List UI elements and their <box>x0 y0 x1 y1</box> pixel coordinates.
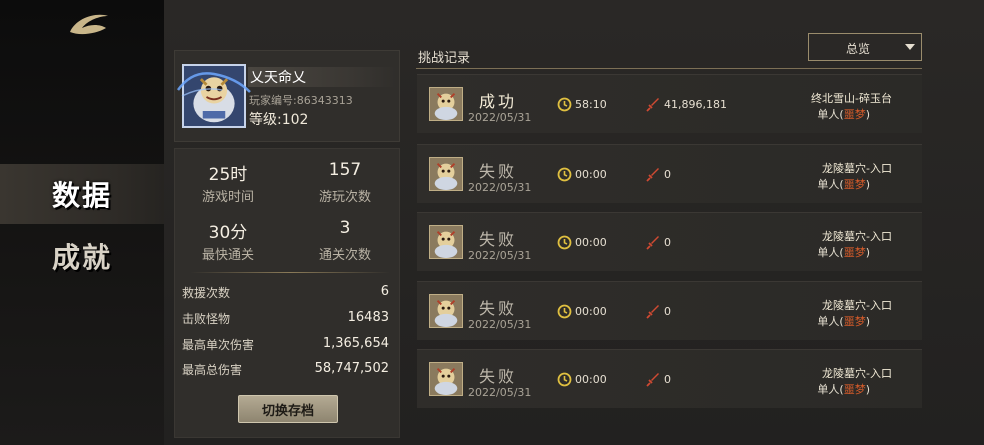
record-duration: 00:00 <box>575 168 607 181</box>
play-count-label: 游玩次数 <box>318 190 371 205</box>
max-single-damage-label: 最高单次伤害 <box>182 338 255 352</box>
damage-sword-icon <box>646 98 659 112</box>
difficulty-label: 噩梦 <box>843 246 866 259</box>
rescue-count-label: 救援次数 <box>182 286 231 300</box>
record-result: 失败 <box>478 230 517 249</box>
play-time-label: 游戏时间 <box>201 190 254 205</box>
player-id: 玩家编号:86343313 <box>249 94 353 107</box>
game-logo-icon <box>70 14 108 35</box>
max-total-damage-value: 58,747,502 <box>314 361 389 376</box>
record-row[interactable]: 失败 2022/05/31 00:00 0 龙陵墓穴-入口 单人(噩梦) <box>417 349 922 408</box>
record-row[interactable]: 失败 2022/05/31 00:00 0 龙陵墓穴-入口 单人(噩梦) <box>417 212 922 271</box>
damage-sword-icon <box>646 373 659 387</box>
monsters-defeated-value: 16483 <box>347 310 389 325</box>
play-count-value: 157 <box>328 160 362 180</box>
clock-icon <box>557 167 572 182</box>
record-location: 龙陵墓穴-入口 <box>822 299 892 312</box>
monsters-defeated-label: 击败怪物 <box>182 312 231 326</box>
difficulty-label: 噩梦 <box>843 383 866 396</box>
record-mode: 单人(噩梦) <box>817 106 870 122</box>
record-damage: 0 <box>664 236 671 249</box>
mode-label-end: ) <box>865 246 870 259</box>
record-result: 失败 <box>478 367 517 386</box>
clear-count-label: 通关次数 <box>318 248 371 263</box>
play-time-value: 25时 <box>208 165 248 185</box>
record-duration: 58:10 <box>575 98 607 111</box>
switch-save-button[interactable]: 切换存档 <box>238 395 338 423</box>
max-total-damage-label: 最高总伤害 <box>182 363 243 377</box>
fastest-clear-value: 30分 <box>208 223 248 243</box>
boss-portrait-icon <box>429 294 463 328</box>
damage-sword-icon <box>646 168 659 182</box>
player-avatar[interactable] <box>182 64 246 128</box>
difficulty-label: 噩梦 <box>843 315 866 328</box>
clock-icon <box>557 97 572 112</box>
clear-count-value: 3 <box>339 218 351 238</box>
record-location: 终北雪山-碎玉台 <box>811 92 892 105</box>
boss-portrait-icon <box>429 362 463 396</box>
mode-label: 单人( <box>817 315 844 328</box>
player-name: 乂天命乂 <box>250 70 306 86</box>
nav-tab-achievements[interactable]: 成就 <box>0 226 164 286</box>
record-location: 龙陵墓穴-入口 <box>822 230 892 243</box>
mode-label: 单人( <box>817 108 844 121</box>
record-mode: 单人(噩梦) <box>817 176 870 192</box>
boss-portrait-icon <box>429 87 463 121</box>
record-result: 成功 <box>478 92 517 111</box>
record-date: 2022/05/31 <box>468 181 532 194</box>
record-damage: 0 <box>664 373 671 386</box>
caret-down-icon <box>905 44 915 50</box>
record-mode: 单人(噩梦) <box>817 381 870 397</box>
side-nav: 数据 成就 <box>0 0 164 445</box>
record-duration: 00:00 <box>575 305 607 318</box>
record-location: 龙陵墓穴-入口 <box>822 162 892 175</box>
player-level: 等级:102 <box>249 112 309 128</box>
record-mode: 单人(噩梦) <box>817 244 870 260</box>
clock-icon <box>557 372 572 387</box>
record-duration: 00:00 <box>575 373 607 386</box>
mode-label-end: ) <box>865 315 870 328</box>
stats-divider <box>190 272 390 273</box>
record-location: 龙陵墓穴-入口 <box>822 367 892 380</box>
record-date: 2022/05/31 <box>468 318 532 331</box>
avatar-portrait-icon <box>184 66 244 126</box>
max-single-damage-value: 1,365,654 <box>322 336 389 351</box>
record-row[interactable]: 失败 2022/05/31 00:00 0 龙陵墓穴-入口 单人(噩梦) <box>417 144 922 203</box>
mode-label: 单人( <box>817 178 844 191</box>
fastest-clear-label: 最快通关 <box>201 248 254 263</box>
record-result: 失败 <box>478 162 517 181</box>
record-row[interactable]: 失败 2022/05/31 00:00 0 龙陵墓穴-入口 单人(噩梦) <box>417 281 922 340</box>
records-filter-label: 总览 <box>845 42 870 56</box>
record-date: 2022/05/31 <box>468 386 532 399</box>
record-damage: 0 <box>664 305 671 318</box>
boss-portrait-icon <box>429 225 463 259</box>
records-title: 挑战记录 <box>418 51 471 66</box>
record-damage: 41,896,181 <box>664 98 727 111</box>
mode-label-end: ) <box>865 383 870 396</box>
mode-label: 单人( <box>817 246 844 259</box>
record-date: 2022/05/31 <box>468 111 532 124</box>
damage-sword-icon <box>646 236 659 250</box>
record-mode: 单人(噩梦) <box>817 313 870 329</box>
rescue-count-value: 6 <box>380 284 389 299</box>
record-result: 失败 <box>478 299 517 318</box>
difficulty-label: 噩梦 <box>843 108 866 121</box>
records-divider <box>416 68 922 69</box>
mode-label-end: ) <box>865 178 870 191</box>
record-damage: 0 <box>664 168 671 181</box>
clock-icon <box>557 304 572 319</box>
mode-label-end: ) <box>865 108 870 121</box>
difficulty-label: 噩梦 <box>843 178 866 191</box>
nav-tab-data[interactable]: 数据 <box>0 164 164 224</box>
records-filter-dropdown[interactable]: 总览 <box>808 33 922 61</box>
boss-portrait-icon <box>429 157 463 191</box>
record-date: 2022/05/31 <box>468 249 532 262</box>
record-row[interactable]: 成功 2022/05/31 58:10 41,896,181 终北雪山-碎玉台 … <box>417 74 922 133</box>
clock-icon <box>557 235 572 250</box>
damage-sword-icon <box>646 305 659 319</box>
record-duration: 00:00 <box>575 236 607 249</box>
mode-label: 单人( <box>817 383 844 396</box>
